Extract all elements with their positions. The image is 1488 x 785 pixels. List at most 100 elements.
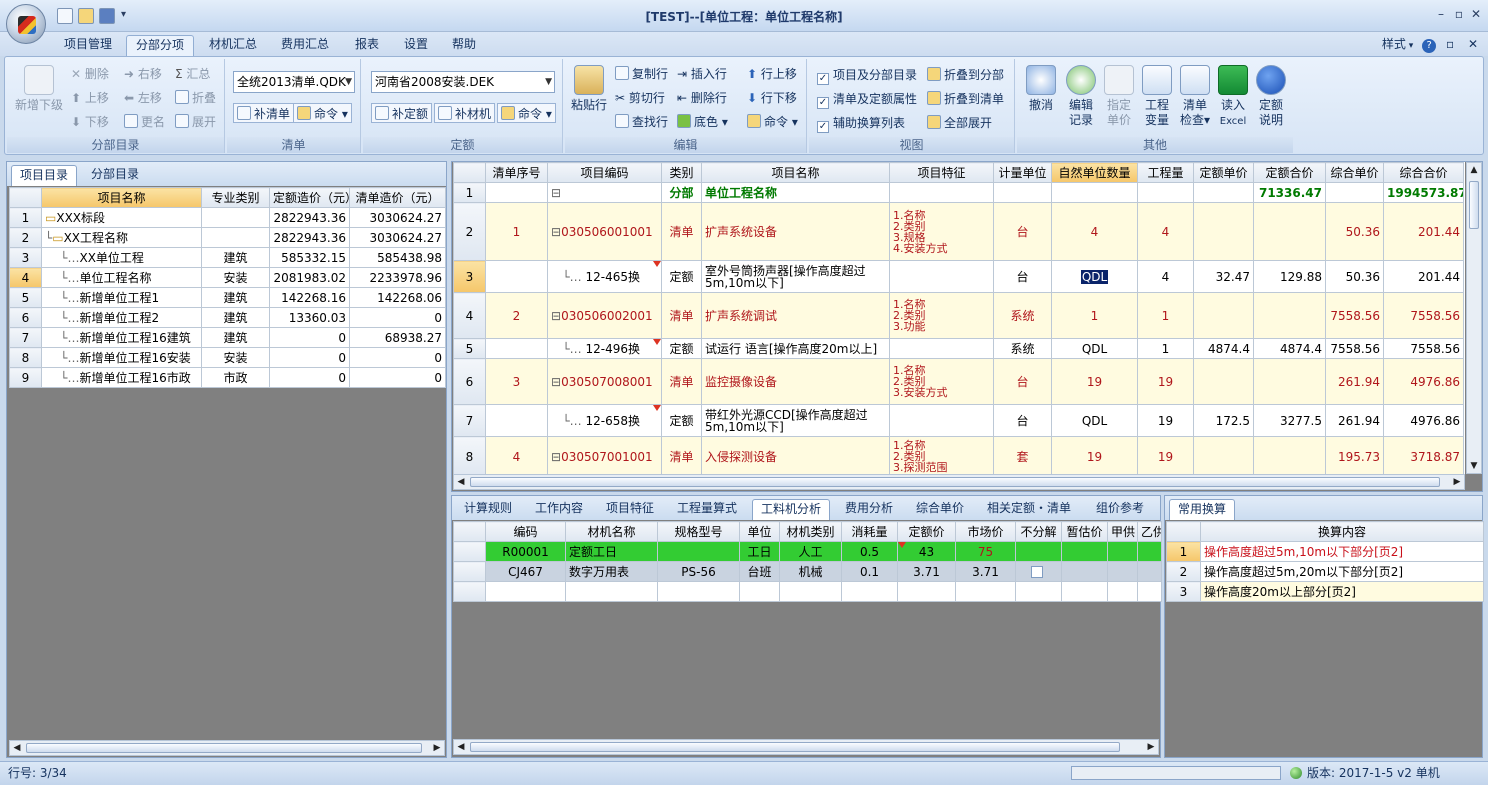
table-row[interactable]: 2 1 ⊟030506001001 清单 扩声系统设备 1.名称 2.类别 3.规格 4.…: [453, 202, 1464, 261]
set-price-button[interactable]: 指定 单价: [1099, 65, 1139, 128]
table-row[interactable]: 6 3 ⊟030507008001 清单 监控摄像设备 1.名称 2.类别 3.安装方式台…: [453, 358, 1464, 405]
quota-cost-cell[interactable]: 0: [269, 347, 350, 368]
fold-to-division-button[interactable]: 折叠到分部: [927, 65, 1004, 85]
table-row[interactable]: 3 └… 12-465换 定额 室外号筒扬声器[操作高度超过 5m,10m以下] 台 Q…: [453, 260, 1464, 293]
project-name-cell[interactable]: └▭XX工程名称: [41, 227, 202, 248]
tab-sub-items[interactable]: 分部分项: [126, 35, 195, 56]
total-price-cell[interactable]: 1994573.87: [1383, 182, 1464, 203]
code-cell[interactable]: └… 12-496换: [547, 338, 662, 359]
table-row[interactable]: 7 └… 12-658换 定额 带红外光源CCD[操作高度超过 5m,10m以下] 台…: [453, 404, 1464, 437]
quota-total-cell[interactable]: 4874.4: [1253, 338, 1326, 359]
checkbox-icon[interactable]: [1030, 565, 1043, 578]
maximize-button[interactable]: ▫: [1450, 6, 1468, 22]
empty-cell[interactable]: [485, 581, 566, 602]
name-cell[interactable]: 单位工程名称: [701, 182, 890, 203]
name-cell[interactable]: 扩声系统调试: [701, 292, 890, 339]
scroll-left-icon[interactable]: ◀: [454, 740, 468, 754]
column-header[interactable]: 清单序号: [485, 162, 548, 183]
conversion-cell[interactable]: 操作高度超过5m,10m以下部分[页2]: [1200, 541, 1484, 562]
quota-price-cell[interactable]: [1193, 182, 1254, 203]
code-cell[interactable]: └… 12-658换: [547, 404, 662, 437]
total-price-cell[interactable]: 7558.56: [1383, 338, 1464, 359]
column-header[interactable]: 定额价: [897, 521, 956, 542]
scroll-down-icon[interactable]: ▼: [1467, 459, 1481, 473]
fold-button[interactable]: 折叠: [175, 88, 216, 108]
tab-labor-material-analysis[interactable]: 工料机分析: [752, 499, 831, 520]
left-hscrollbar[interactable]: ◀ ▶: [9, 740, 445, 756]
quota-price-cell[interactable]: 32.47: [1193, 260, 1254, 293]
collapse-icon[interactable]: ⊟: [551, 186, 561, 200]
table-row[interactable]: 4 2 ⊟030506002001 清单 扩声系统调试 1.名称 2.类别 3.功能 系统 1…: [453, 292, 1464, 339]
view-conversion-checkbox[interactable]: ✓ 辅助换算列表: [817, 113, 905, 133]
add-bill-button[interactable]: 补清单: [233, 103, 295, 123]
table-row[interactable]: 3 └…XX单位工程 建筑 585332.15 585438.98: [9, 247, 446, 268]
bill-cost-cell[interactable]: 3030624.27: [349, 207, 446, 228]
consumption-cell[interactable]: 0.1: [841, 561, 898, 582]
seq-cell[interactable]: 3: [485, 358, 548, 405]
quota-price-cell[interactable]: [1193, 292, 1254, 339]
tab-item-features[interactable]: 项目特征: [598, 499, 662, 520]
add-quota-button[interactable]: 补定额: [371, 103, 433, 123]
paste-row-button[interactable]: 粘贴行: [569, 65, 609, 113]
scroll-thumb[interactable]: [26, 743, 422, 753]
type-cell[interactable]: 清单: [661, 202, 702, 261]
unit-price-cell[interactable]: 50.36: [1325, 260, 1384, 293]
table-row[interactable]: 8 4 ⊟030507001001 清单 入侵探测设备 1.名称 2.类别 3.探测范围套…: [453, 436, 1464, 474]
quota-price-cell[interactable]: 43: [897, 541, 956, 562]
estimate-cell[interactable]: [1061, 561, 1108, 582]
category-cell[interactable]: [201, 207, 270, 228]
bill-cost-cell[interactable]: 3030624.27: [349, 227, 446, 248]
unit-price-cell[interactable]: 195.73: [1325, 436, 1384, 474]
type-cell[interactable]: 定额: [661, 404, 702, 437]
unit-price-cell[interactable]: 261.94: [1325, 358, 1384, 405]
scroll-right-icon[interactable]: ▶: [430, 741, 444, 755]
quantity-cell[interactable]: 19: [1137, 404, 1194, 437]
quota-total-cell[interactable]: 71336.47: [1253, 182, 1326, 203]
quantity-cell[interactable]: 19: [1137, 358, 1194, 405]
column-header[interactable]: 综合合价: [1383, 162, 1464, 183]
empty-cell[interactable]: [1137, 581, 1162, 602]
code-cell[interactable]: ⊟: [547, 182, 662, 203]
empty-cell[interactable]: [841, 581, 898, 602]
restore-icon[interactable]: ▫: [1446, 37, 1454, 51]
bill-cost-cell[interactable]: 2233978.96: [349, 267, 446, 288]
table-row[interactable]: [453, 581, 1162, 602]
bill-command-button[interactable]: 命令 ▾: [293, 103, 352, 123]
code-cell[interactable]: CJ467: [485, 561, 566, 582]
close-button[interactable]: ✕: [1467, 6, 1485, 22]
features-cell[interactable]: 1.名称 2.类别 3.探测范围: [889, 436, 994, 474]
seq-cell[interactable]: 4: [485, 436, 548, 474]
seq-cell[interactable]: [485, 404, 548, 437]
tab-division-directory[interactable]: 分部目录: [83, 165, 147, 186]
natural-qty-cell[interactable]: 19: [1051, 358, 1138, 405]
name-cell[interactable]: 扩声系统设备: [701, 202, 890, 261]
unit-cell[interactable]: 系统: [993, 292, 1052, 339]
name-cell[interactable]: 入侵探测设备: [701, 436, 890, 474]
quota-price-cell[interactable]: 3.71: [897, 561, 956, 582]
category-cell[interactable]: 建筑: [201, 307, 270, 328]
table-row[interactable]: CJ467 数字万用表 PS-56 台班 机械 0.1 3.71 3.71: [453, 561, 1162, 582]
view-directory-checkbox[interactable]: ✓ 项目及分部目录: [817, 65, 917, 85]
tab-common-conversion[interactable]: 常用换算: [1169, 499, 1236, 520]
project-variables-button[interactable]: 工程 变量: [1137, 65, 1177, 128]
type-cell[interactable]: 定额: [661, 260, 702, 293]
find-row-button[interactable]: 查找行: [615, 112, 668, 132]
name-cell[interactable]: 试运行 语言[操作高度20m以上]: [701, 338, 890, 359]
code-cell[interactable]: ⊟030506002001: [547, 292, 662, 339]
tab-cost-summary[interactable]: 费用汇总: [272, 35, 338, 56]
seq-cell[interactable]: [485, 338, 548, 359]
project-name-cell[interactable]: └…XX单位工程: [41, 247, 202, 268]
quota-total-cell[interactable]: [1253, 202, 1326, 261]
estimate-cell[interactable]: [1061, 541, 1108, 562]
quota-cost-cell[interactable]: 2822943.36: [269, 207, 350, 228]
column-header[interactable]: 乙供: [1137, 521, 1162, 542]
column-header[interactable]: 自然单位数量: [1051, 162, 1138, 183]
features-cell[interactable]: [889, 338, 994, 359]
unit-price-cell[interactable]: 261.94: [1325, 404, 1384, 437]
owner-supply-cell[interactable]: [1107, 541, 1138, 562]
quantity-cell[interactable]: 4: [1137, 202, 1194, 261]
detail-hscrollbar[interactable]: ◀ ▶: [453, 739, 1159, 755]
column-header[interactable]: 规格型号: [657, 521, 740, 542]
column-header[interactable]: 单位: [739, 521, 780, 542]
empty-cell[interactable]: [779, 581, 842, 602]
